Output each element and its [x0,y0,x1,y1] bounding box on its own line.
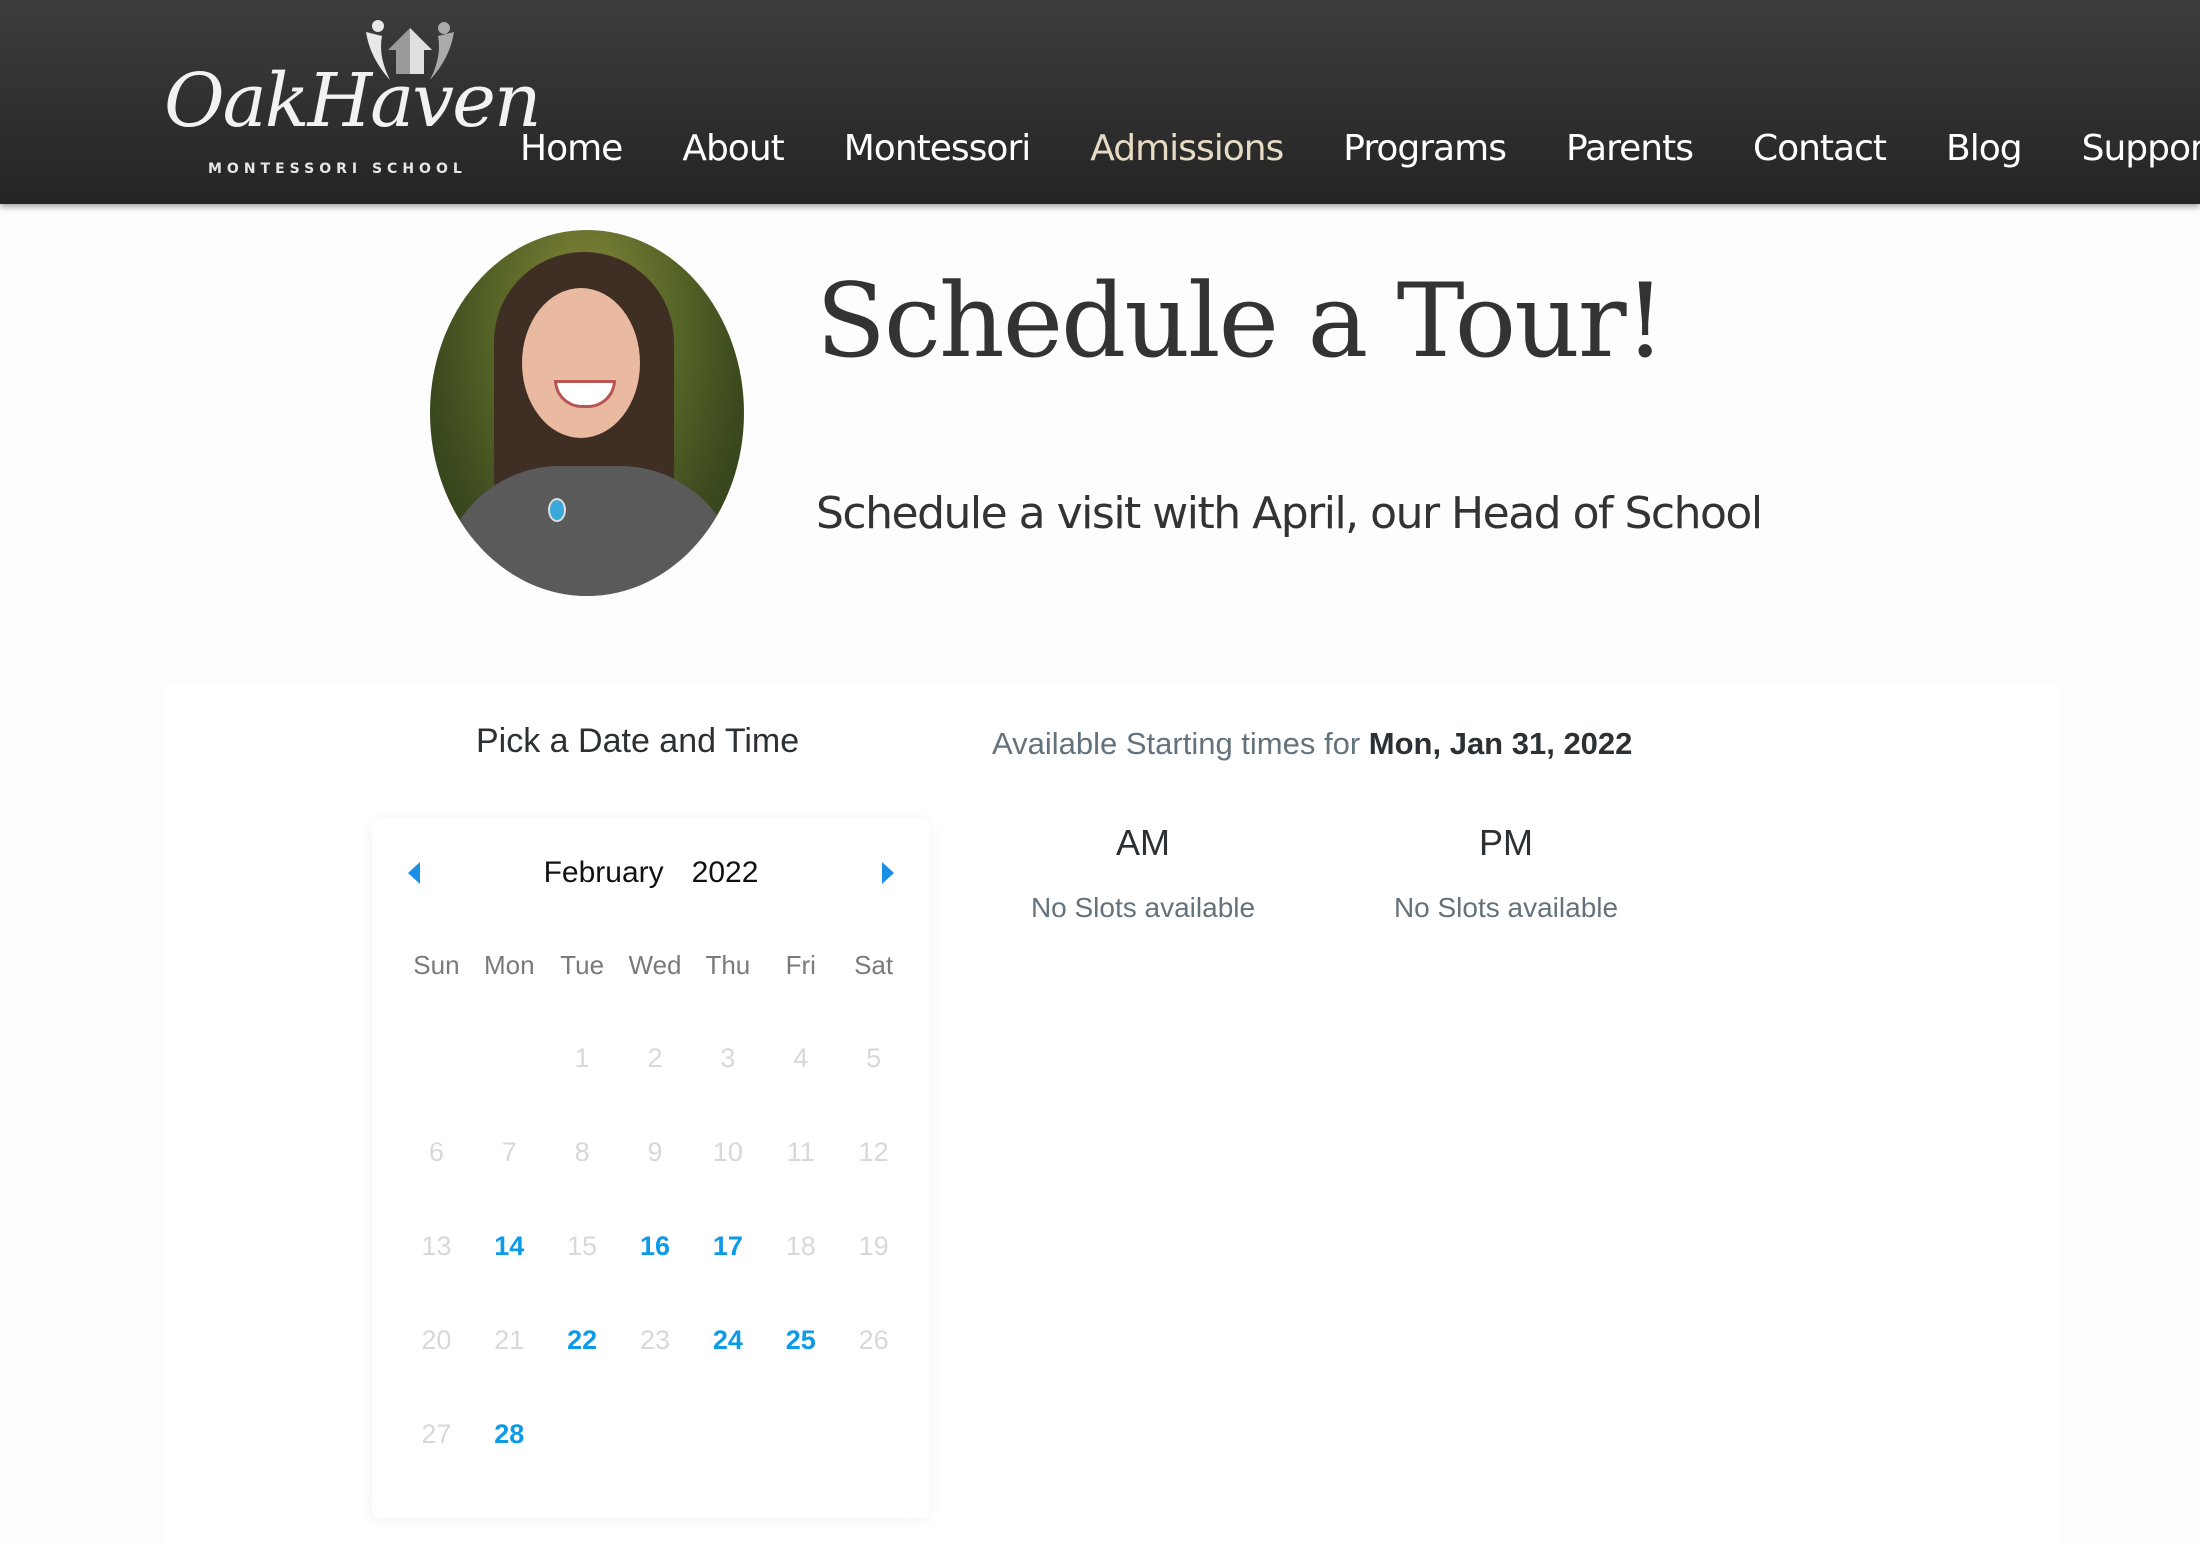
page-subtitle: Schedule a visit with April, our Head of… [816,488,1763,539]
weekday-label: Tue [560,950,605,980]
site-header: OakHaven MONTESSORI SCHOOL Home About Mo… [0,0,2200,204]
calendar-day-unavailable: 8 [574,1137,590,1167]
calendar-day-unavailable: 23 [639,1325,671,1355]
nav-contact[interactable]: Contact [1753,128,1887,169]
calendar-day-grid: 1 2 3 4 5 6 7 8 9 10 11 12 13 14 15 16 17 18 19 20 21 22 23 24 2… [400,1038,910,1508]
calendar-day-available[interactable]: 16 [619,1226,692,1266]
weekday-label: Wed [628,950,682,980]
photo-body [440,466,740,596]
head-of-school-photo [430,230,744,596]
weekday-header: Sun Mon Tue Wed Thu Fri Sat [400,950,910,981]
nav-home[interactable]: Home [520,128,623,169]
photo-face [522,288,640,438]
availability-heading: Available Starting times for Mon, Jan 31… [992,726,1632,762]
nav-blog[interactable]: Blog [1946,128,2023,169]
calendar-day-available[interactable]: 24 [691,1320,764,1360]
nav-about[interactable]: About [682,128,784,169]
calendar-day-available[interactable]: 28 [473,1414,546,1454]
calendar-day-unavailable: 1 [574,1043,590,1073]
site-logo[interactable]: OakHaven MONTESSORI SCHOOL [160,14,542,184]
calendar-day-unavailable: 4 [793,1043,809,1073]
logo-wordmark: OakHaven [164,58,542,144]
weekday-label: Thu [705,950,751,980]
calendar-blank-cell [400,1038,473,1078]
calendar-day-unavailable: 7 [501,1137,517,1167]
weekday-label: Sat [854,950,894,980]
calendar-day-unavailable: 5 [866,1043,882,1073]
calendar-day-available[interactable]: 14 [473,1226,546,1266]
calendar-day-available[interactable]: 17 [691,1226,764,1266]
availability-prefix: Available Starting times for [992,726,1361,761]
calendar-day-unavailable: 10 [712,1137,743,1167]
calendar-day-unavailable: 20 [421,1325,452,1355]
pm-label: PM [1479,822,1533,863]
calendar-day-unavailable: 2 [647,1043,663,1073]
page-title: Schedule a Tour! [816,262,1666,381]
am-no-slots: No Slots available [1030,892,1256,923]
calendar-day-unavailable: 3 [720,1043,736,1073]
calendar-month: February [543,856,664,889]
next-month-icon[interactable] [882,862,894,884]
nav-admissions[interactable]: Admissions [1090,128,1284,169]
calendar-day-unavailable: 18 [785,1231,816,1261]
calendar-day-unavailable: 27 [421,1419,452,1449]
weekday-label: Fri [785,950,816,980]
logo-tagline: MONTESSORI SCHOOL [208,161,467,177]
calendar-day-unavailable: 12 [858,1137,889,1167]
calendar-year: 2022 [691,856,759,889]
nav-programs[interactable]: Programs [1343,128,1507,169]
calendar-day-unavailable: 13 [421,1231,452,1261]
calendar-month-year: February 2022 [372,856,930,890]
selected-date: Mon, Jan 31, 2022 [1368,726,1633,761]
photo-pendant [548,498,566,522]
calendar-day-available[interactable]: 22 [546,1320,619,1360]
nav-parents[interactable]: Parents [1566,128,1694,169]
weekday-label: Sun [413,950,460,980]
pm-slots: PM No Slots available [1356,822,1656,924]
calendar-day-available[interactable]: 25 [764,1320,837,1360]
calendar-day-unavailable: 6 [428,1137,444,1167]
calendar-day-unavailable: 15 [567,1231,598,1261]
calendar-day-unavailable: 21 [494,1325,525,1355]
calendar-day-unavailable: 9 [647,1137,663,1167]
nav-montessori[interactable]: Montessori [844,128,1032,169]
pm-no-slots: No Slots available [1393,892,1619,923]
calendar-day-unavailable: 19 [858,1231,889,1261]
am-label: AM [1116,822,1170,863]
calendar-day-unavailable: 26 [858,1325,889,1355]
calendar-day-unavailable: 11 [786,1137,815,1167]
nav-support[interactable]: Support [2082,128,2200,169]
calendar-blank-cell [473,1038,546,1078]
pick-date-heading: Pick a Date and Time [476,722,800,760]
weekday-label: Mon [484,950,535,980]
am-slots: AM No Slots available [993,822,1293,924]
main-nav: Home About Montessori Admissions Program… [520,128,2200,169]
